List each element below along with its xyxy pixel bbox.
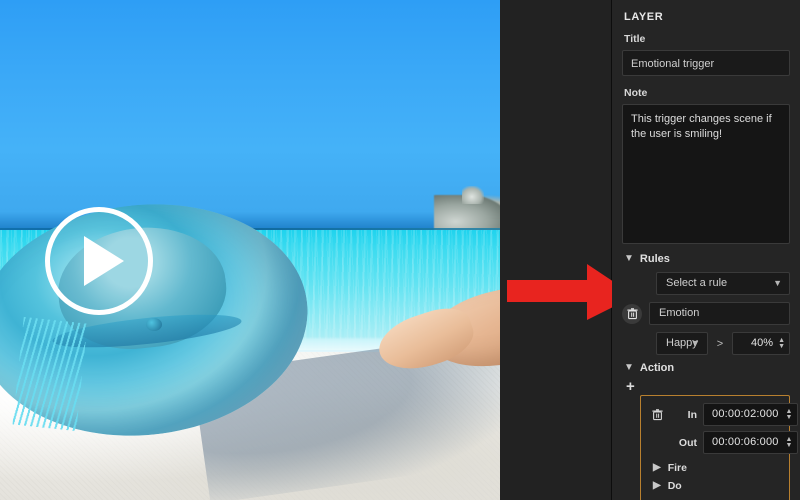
do-label: Do	[667, 480, 682, 492]
play-icon	[84, 236, 124, 286]
out-label: Out	[678, 436, 697, 449]
stepper-down-icon[interactable]: ▼	[786, 442, 793, 449]
chevron-down-icon: ▼	[624, 253, 634, 264]
chevron-right-icon: ▶	[653, 480, 661, 491]
app-window: LAYER Title Emotional trigger Note This …	[0, 0, 800, 500]
rock-peak-icon	[462, 186, 484, 204]
video-preview[interactable]	[0, 0, 500, 500]
note-label: Note	[624, 87, 648, 99]
rules-section-label: Rules	[639, 253, 670, 265]
emotion-select[interactable]: Happy ▼	[656, 332, 708, 355]
title-label: Title	[624, 33, 646, 45]
in-label: In	[687, 408, 697, 421]
rule-select[interactable]: Select a rule ▼	[656, 272, 790, 295]
trash-icon	[626, 307, 638, 319]
sun-hat-bead	[146, 318, 162, 331]
add-action-button[interactable]: +	[626, 379, 790, 394]
action-out-row: Out 00:00:06:000 ▲ ▼	[649, 431, 798, 454]
fire-section-toggle[interactable]: ▶ Fire	[649, 459, 781, 477]
title-input[interactable]: Emotional trigger	[622, 50, 790, 76]
panel-header: LAYER	[624, 11, 664, 23]
stepper-arrows-icon[interactable]: ▲ ▼	[778, 337, 785, 350]
stepper-arrows-icon[interactable]: ▲ ▼	[786, 408, 793, 421]
in-time-stepper[interactable]: 00:00:02:000 ▲ ▼	[703, 403, 798, 426]
timeline-gutter	[500, 0, 612, 500]
chevron-right-icon: ▶	[653, 462, 661, 473]
fire-label: Fire	[667, 462, 687, 474]
rule-select-row: Select a rule ▼	[622, 272, 790, 295]
out-time-value: 00:00:06:000	[712, 436, 779, 448]
sun-hat-tassel	[12, 316, 88, 432]
stepper-down-icon[interactable]: ▼	[778, 343, 785, 350]
rule-item-row: Emotion	[622, 302, 790, 325]
action-section-toggle[interactable]: ▼ Action	[624, 362, 790, 374]
rule-condition-row: Happy ▼ > 40% ▲ ▼	[622, 332, 790, 355]
do-section-toggle[interactable]: ▶ Do	[649, 477, 781, 495]
action-in-row: In 00:00:02:000 ▲ ▼	[649, 403, 798, 426]
play-button[interactable]	[45, 207, 153, 315]
delete-action-button[interactable]	[649, 407, 665, 423]
rule-select-value: Select a rule	[666, 277, 728, 289]
action-item-card: In 00:00:02:000 ▲ ▼ Out 00:00:06:000 ▲ ▼	[640, 395, 798, 500]
layer-properties-panel: LAYER Title Emotional trigger Note This …	[612, 0, 800, 500]
chevron-down-icon: ▼	[773, 278, 782, 288]
out-time-stepper[interactable]: 00:00:06:000 ▲ ▼	[703, 431, 798, 454]
threshold-stepper[interactable]: 40% ▲ ▼	[732, 332, 790, 355]
action-section-label: Action	[639, 362, 675, 374]
trash-icon	[651, 408, 663, 420]
threshold-value: 40%	[750, 337, 773, 349]
rule-name-input[interactable]: Emotion	[649, 302, 790, 325]
note-input[interactable]: This trigger changes scene if the user i…	[622, 104, 790, 244]
chevron-down-icon: ▼	[624, 362, 634, 373]
chevron-down-icon: ▼	[691, 338, 700, 348]
delete-rule-button[interactable]	[622, 303, 642, 324]
stepper-arrows-icon[interactable]: ▲ ▼	[786, 436, 793, 449]
rules-section-toggle[interactable]: ▼ Rules	[624, 253, 790, 265]
in-time-value: 00:00:02:000	[712, 408, 779, 420]
comparison-operator: >	[716, 337, 724, 350]
stepper-down-icon[interactable]: ▼	[786, 414, 793, 421]
